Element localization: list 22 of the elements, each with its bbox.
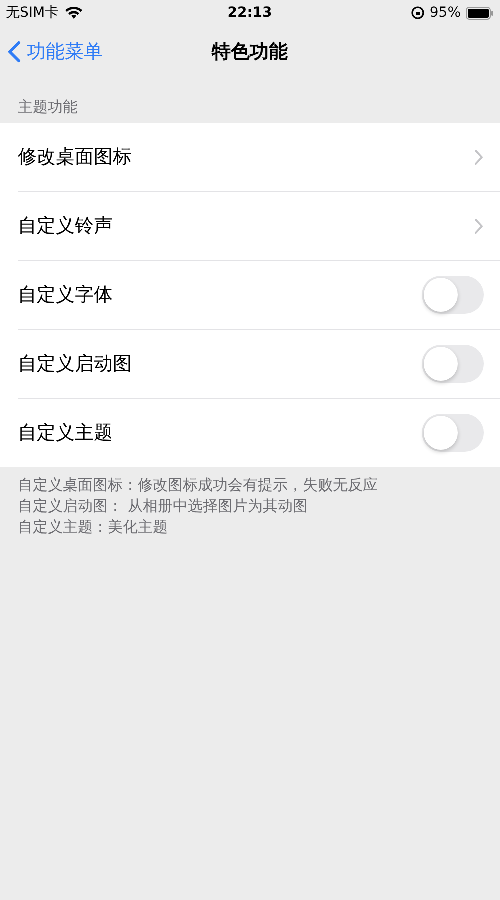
- battery-icon: [466, 6, 494, 20]
- page-title: 特色功能: [212, 40, 288, 65]
- toggle-switch[interactable]: [422, 345, 484, 383]
- carrier-label: 无SIM卡: [6, 4, 60, 22]
- wifi-icon: [65, 6, 84, 20]
- row-label[interactable]: 修改桌面图标: [18, 144, 474, 170]
- toggle-switch[interactable]: [422, 276, 484, 314]
- toggle-switch[interactable]: [422, 414, 484, 452]
- row-label: 自定义字体: [18, 283, 114, 308]
- footer-note: 自定义启动图： 从相册中选择图片为其动图: [18, 496, 309, 517]
- footer-note: 自定义主题：美化主题: [18, 517, 169, 538]
- footer-note: 自定义桌面图标：修改图标成功会有提示，失败无反应: [18, 475, 379, 496]
- rotation-lock-icon: [410, 6, 425, 20]
- row-label: 自定义主题: [18, 421, 114, 446]
- row-label: 自定义启动图: [18, 352, 133, 377]
- chevron-right-icon: [474, 218, 484, 234]
- chevron-right-icon: [474, 148, 484, 166]
- section-header: 主题功能: [17, 97, 79, 118]
- battery-percent: 95%: [430, 5, 462, 21]
- chevron-left-icon: [8, 41, 21, 63]
- row-label[interactable]: 自定义铃声: [18, 213, 474, 239]
- time-label: 22:13: [228, 5, 272, 21]
